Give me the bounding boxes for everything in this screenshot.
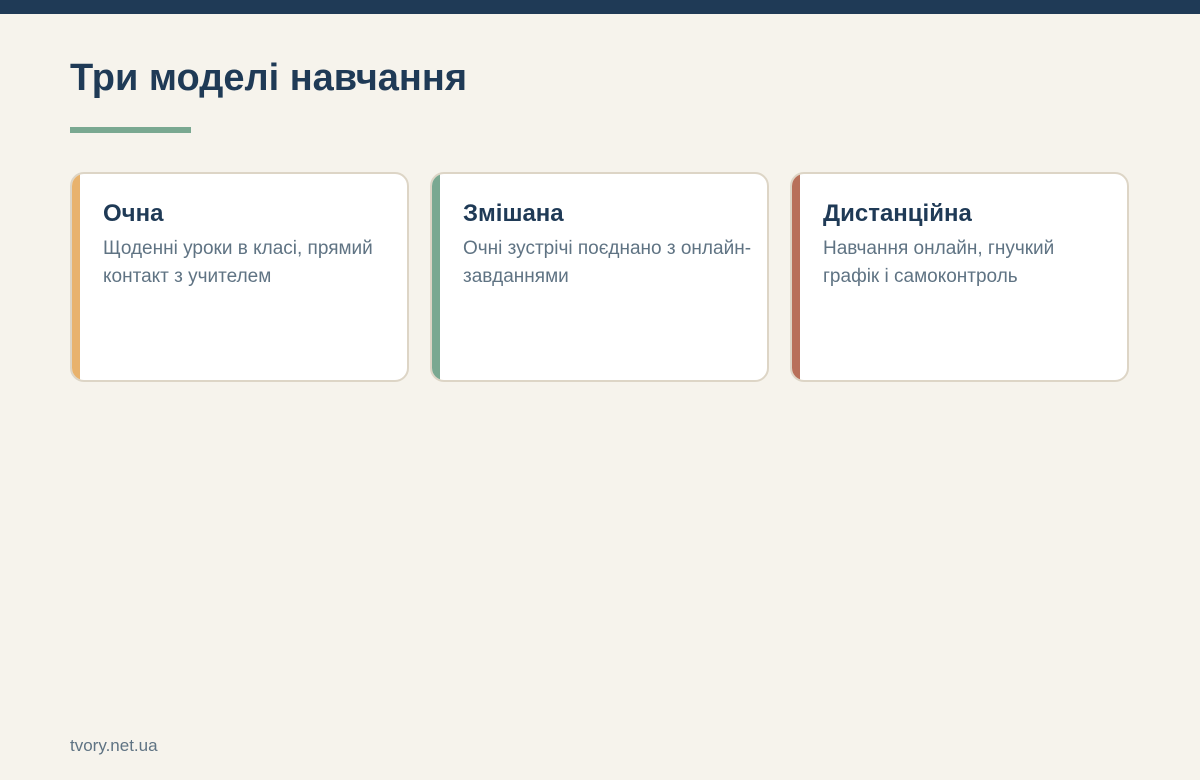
top-bar [0,0,1200,14]
card-dystantsiina: Дистанційна Навчання онлайн, гнучкий гра… [790,172,1129,382]
card-title: Очна [103,200,164,227]
title-underline [70,127,191,133]
card-accent-stripe [432,174,440,380]
page-title: Три моделі навчання [70,57,467,99]
card-accent-stripe [792,174,800,380]
card-title: Дистанційна [823,200,972,227]
card-zmishana: Змішана Очні зустрічі поєднано з онлайн-… [430,172,769,382]
card-title: Змішана [463,200,564,227]
card-description: Щоденні уроки в класі, прямий контакт з … [103,238,373,287]
card-accent-stripe [72,174,80,380]
card-ochna: Очна Щоденні уроки в класі, прямий конта… [70,172,409,382]
card-description: Навчання онлайн, гнучкий графік і самоко… [823,238,1055,287]
card-description: Очні зустрічі поєднано з онлайн-завдання… [463,238,752,287]
footer-site-url: tvory.net.ua [70,736,158,755]
